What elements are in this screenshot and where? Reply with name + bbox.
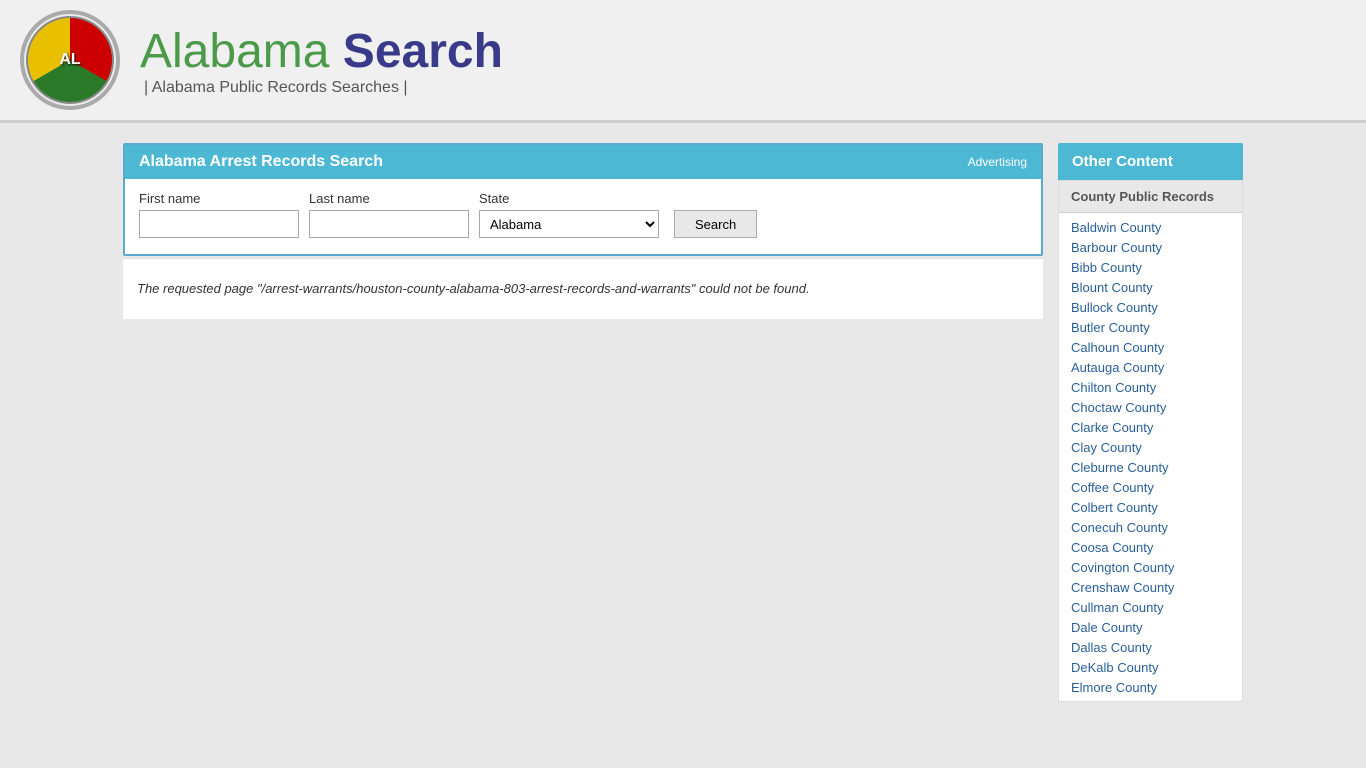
- main-wrapper: Alabama Arrest Records Search Advertisin…: [113, 143, 1253, 702]
- list-item: Bullock County: [1059, 297, 1242, 317]
- county-link[interactable]: Blount County: [1071, 280, 1153, 295]
- county-link[interactable]: Colbert County: [1071, 500, 1158, 515]
- error-message: The requested page "/arrest-warrants/hou…: [137, 279, 1029, 299]
- county-link[interactable]: Cullman County: [1071, 600, 1164, 615]
- last-name-label: Last name: [309, 191, 469, 206]
- site-header: Alabama Search | Alabama Public Records …: [0, 0, 1366, 123]
- last-name-input[interactable]: [309, 210, 469, 238]
- list-item: Calhoun County: [1059, 337, 1242, 357]
- search-form-area: First name Last name State AlabamaAlaska…: [125, 179, 1041, 254]
- list-item: Clarke County: [1059, 417, 1242, 437]
- county-records-header: County Public Records: [1059, 181, 1242, 213]
- state-select[interactable]: AlabamaAlaskaArizonaArkansasCaliforniaCo…: [479, 210, 659, 238]
- county-link[interactable]: Bullock County: [1071, 300, 1158, 315]
- county-link[interactable]: Calhoun County: [1071, 340, 1164, 355]
- list-item: Coffee County: [1059, 477, 1242, 497]
- other-content-header: Other Content: [1058, 143, 1243, 180]
- county-link[interactable]: Autauga County: [1071, 360, 1164, 375]
- county-link[interactable]: Clarke County: [1071, 420, 1153, 435]
- list-item: Dale County: [1059, 617, 1242, 637]
- list-item: Colbert County: [1059, 497, 1242, 517]
- list-item: Dallas County: [1059, 637, 1242, 657]
- logo-emblem: [26, 16, 114, 104]
- county-link[interactable]: Covington County: [1071, 560, 1174, 575]
- last-name-group: Last name: [309, 191, 469, 238]
- list-item: Baldwin County: [1059, 217, 1242, 237]
- list-item: Blount County: [1059, 277, 1242, 297]
- list-item: Bibb County: [1059, 257, 1242, 277]
- list-item: Autauga County: [1059, 357, 1242, 377]
- list-item: Elmore County: [1059, 677, 1242, 697]
- list-item: Chilton County: [1059, 377, 1242, 397]
- list-item: Barbour County: [1059, 237, 1242, 257]
- county-link[interactable]: Dale County: [1071, 620, 1143, 635]
- county-link[interactable]: Chilton County: [1071, 380, 1156, 395]
- list-item: DeKalb County: [1059, 657, 1242, 677]
- search-box: Alabama Arrest Records Search Advertisin…: [123, 143, 1043, 256]
- county-link[interactable]: Butler County: [1071, 320, 1150, 335]
- county-link[interactable]: Clay County: [1071, 440, 1142, 455]
- search-title: Alabama Arrest Records Search: [139, 153, 383, 171]
- list-item: Choctaw County: [1059, 397, 1242, 417]
- list-item: Cleburne County: [1059, 457, 1242, 477]
- first-name-group: First name: [139, 191, 299, 238]
- county-link[interactable]: Bibb County: [1071, 260, 1142, 275]
- list-item: Coosa County: [1059, 537, 1242, 557]
- site-subtitle: | Alabama Public Records Searches |: [144, 79, 503, 97]
- county-records-section: County Public Records Baldwin County Barb…: [1058, 180, 1243, 702]
- state-label: State: [479, 191, 659, 206]
- county-link[interactable]: Dallas County: [1071, 640, 1152, 655]
- error-area: The requested page "/arrest-warrants/hou…: [123, 258, 1043, 319]
- county-link[interactable]: Cleburne County: [1071, 460, 1169, 475]
- county-link[interactable]: Crenshaw County: [1071, 580, 1174, 595]
- county-link[interactable]: Elmore County: [1071, 680, 1157, 695]
- county-link[interactable]: Choctaw County: [1071, 400, 1166, 415]
- county-link[interactable]: DeKalb County: [1071, 660, 1158, 675]
- list-item: Covington County: [1059, 557, 1242, 577]
- county-list: Baldwin County Barbour County Bibb County B…: [1059, 213, 1242, 701]
- search-header: Alabama Arrest Records Search Advertisin…: [125, 145, 1041, 179]
- county-link[interactable]: Baldwin County: [1071, 220, 1161, 235]
- site-logo: [20, 10, 120, 110]
- list-item: Cullman County: [1059, 597, 1242, 617]
- first-name-input[interactable]: [139, 210, 299, 238]
- list-item: Conecuh County: [1059, 517, 1242, 537]
- county-link[interactable]: Coosa County: [1071, 540, 1153, 555]
- list-item: Butler County: [1059, 317, 1242, 337]
- search-fields: First name Last name State AlabamaAlaska…: [139, 191, 1027, 238]
- county-link[interactable]: Coffee County: [1071, 480, 1154, 495]
- county-link[interactable]: Barbour County: [1071, 240, 1162, 255]
- sidebar: Other Content County Public Records Bald…: [1058, 143, 1243, 702]
- county-link[interactable]: Conecuh County: [1071, 520, 1168, 535]
- site-name-thin: Alabama: [140, 25, 329, 78]
- list-item: Crenshaw County: [1059, 577, 1242, 597]
- site-name-bold: Search: [343, 25, 503, 78]
- list-item: Clay County: [1059, 437, 1242, 457]
- first-name-label: First name: [139, 191, 299, 206]
- advertising-label: Advertising: [968, 155, 1027, 169]
- site-title-block: Alabama Search | Alabama Public Records …: [140, 24, 503, 97]
- content-area: Alabama Arrest Records Search Advertisin…: [123, 143, 1043, 702]
- search-button[interactable]: Search: [674, 210, 757, 238]
- state-group: State AlabamaAlaskaArizonaArkansasCalifo…: [479, 191, 659, 238]
- site-name: Alabama Search: [140, 24, 503, 79]
